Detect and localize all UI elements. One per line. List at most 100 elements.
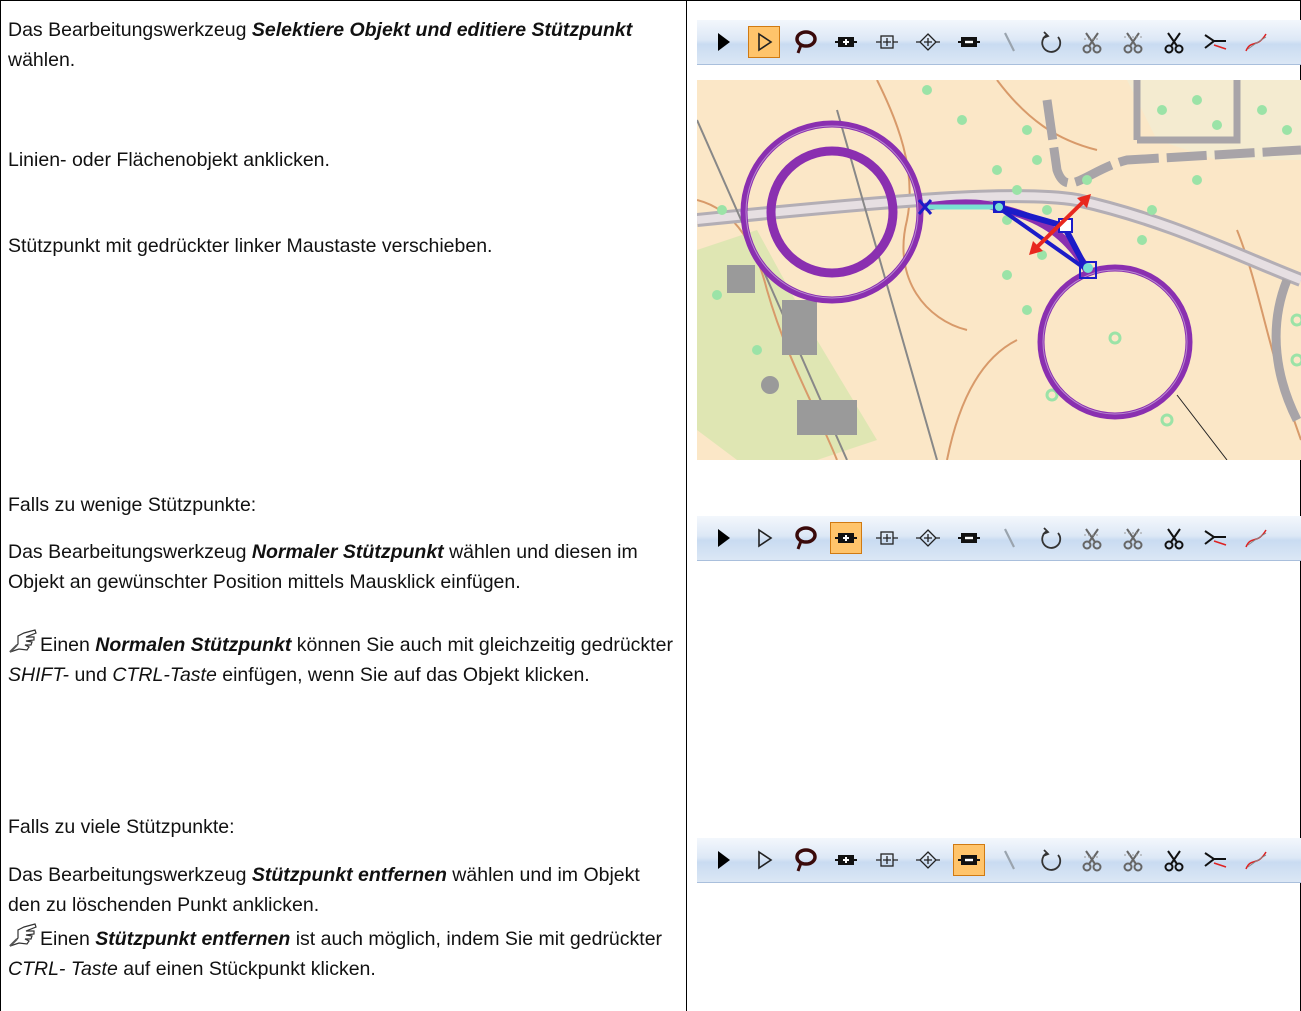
remove-vertex-tool-button[interactable]	[953, 844, 985, 876]
instr-prefix: Das Bearbeitungswerkzeug	[8, 541, 252, 563]
building	[727, 265, 755, 293]
row2-note: Einen Normalen Stützpunkt können Sie auc…	[8, 628, 676, 690]
select-edit-vertex-tool-button[interactable]	[748, 844, 780, 876]
add-normal-vertex-icon	[835, 855, 857, 865]
remove-vertex-icon	[958, 855, 980, 865]
scissors-tool-button[interactable]	[1158, 26, 1190, 58]
step2-text: Linien- oder Flächenobjekt anklicken.	[8, 149, 330, 171]
scissors-icon	[1164, 528, 1184, 550]
merge-lines-icon	[1204, 34, 1227, 50]
cut-object-tool-button[interactable]	[1076, 26, 1108, 58]
select-edit-vertex-tool-button[interactable]	[748, 522, 780, 554]
lasso-tool-button[interactable]	[789, 844, 821, 876]
cut-object-icon	[1082, 850, 1102, 872]
select-edit-vertex-icon	[758, 850, 773, 870]
scissors-icon	[1164, 850, 1184, 872]
note-tool-name: Stützpunkt entfernen	[95, 928, 291, 950]
draw-line-tool-button[interactable]	[994, 522, 1026, 554]
lasso-tool-button[interactable]	[789, 522, 821, 554]
scissors-tool-button[interactable]	[1158, 844, 1190, 876]
merge-lines-tool-button[interactable]	[1199, 522, 1231, 554]
merge-lines-icon	[1204, 530, 1227, 546]
lasso-icon	[795, 30, 817, 54]
remove-vertex-icon	[958, 37, 980, 47]
add-corner-vertex-tool-button[interactable]	[871, 522, 903, 554]
smooth-line-icon	[1245, 33, 1267, 52]
note-mid1: können Sie auch mit gleichzeitig gedrück…	[291, 634, 673, 656]
add-corner-vertex-icon	[876, 531, 898, 545]
cut-hole-tool-button[interactable]	[1117, 522, 1149, 554]
add-dash-vertex-tool-button[interactable]	[912, 522, 944, 554]
step1-suffix: wählen.	[8, 49, 76, 71]
cut-hole-tool-button[interactable]	[1117, 26, 1149, 58]
smooth-line-tool-button[interactable]	[1240, 844, 1272, 876]
add-corner-vertex-tool-button[interactable]	[871, 844, 903, 876]
row3-instruction: Das Bearbeitungswerkzeug Stützpunkt entf…	[8, 860, 676, 920]
step1-prefix: Das Bearbeitungswerkzeug	[8, 19, 252, 41]
draw-line-tool-button[interactable]	[994, 26, 1026, 58]
remove-vertex-tool-button[interactable]	[953, 522, 985, 554]
select-object-icon	[718, 529, 730, 547]
instr-prefix: Das Bearbeitungswerkzeug	[8, 864, 252, 886]
add-dash-vertex-icon	[916, 33, 940, 51]
note-prefix: Einen	[40, 634, 96, 656]
smooth-line-icon	[1245, 851, 1267, 870]
track	[1271, 278, 1301, 423]
row1-step3: Stützpunkt mit gedrückter linker Maustas…	[8, 231, 676, 261]
select-edit-vertex-tool-button[interactable]	[748, 26, 780, 58]
merge-lines-tool-button[interactable]	[1199, 844, 1231, 876]
tool-name-select-edit: Selektiere Objekt und editiere Stützpunk…	[251, 19, 633, 41]
select-object-tool-button[interactable]	[707, 522, 739, 554]
note-mid: ist auch möglich, indem Sie mit gedrückt…	[290, 928, 663, 950]
note-suffix: auf einen Stückpunkt klicken.	[117, 958, 376, 980]
rotate-tool-button[interactable]	[1035, 26, 1067, 58]
rotate-tool-button[interactable]	[1035, 844, 1067, 876]
lasso-icon	[795, 848, 817, 872]
add-normal-vertex-tool-button[interactable]	[830, 844, 862, 876]
table-border-left	[0, 0, 1, 1011]
scissors-icon	[1164, 32, 1184, 54]
building	[761, 376, 779, 394]
add-corner-vertex-icon	[876, 853, 898, 867]
add-normal-vertex-icon	[835, 533, 857, 543]
add-normal-vertex-tool-button[interactable]	[830, 522, 862, 554]
cut-object-tool-button[interactable]	[1076, 522, 1108, 554]
select-object-tool-button[interactable]	[707, 844, 739, 876]
remove-vertex-tool-button[interactable]	[953, 26, 985, 58]
smooth-line-icon	[1245, 529, 1267, 548]
pointing-hand-icon	[8, 922, 38, 948]
building	[797, 400, 857, 435]
select-edit-vertex-icon	[758, 528, 773, 548]
cut-object-tool-button[interactable]	[1076, 844, 1108, 876]
draw-line-icon	[1004, 528, 1015, 548]
merge-lines-icon	[1204, 852, 1227, 868]
rotate-icon	[1041, 849, 1062, 871]
merge-lines-tool-button[interactable]	[1199, 26, 1231, 58]
add-corner-vertex-icon	[876, 35, 898, 49]
add-corner-vertex-tool-button[interactable]	[871, 26, 903, 58]
draw-line-tool-button[interactable]	[994, 844, 1026, 876]
orienteering-map	[697, 80, 1301, 460]
note-suffix: einfügen, wenn Sie auf das Objekt klicke…	[216, 664, 590, 686]
add-normal-vertex-tool-button[interactable]	[830, 26, 862, 58]
cut-hole-tool-button[interactable]	[1117, 844, 1149, 876]
note-prefix: Einen	[40, 928, 96, 950]
add-dash-vertex-tool-button[interactable]	[912, 844, 944, 876]
key-ctrl: CTRL- Taste	[8, 958, 118, 980]
scissors-tool-button[interactable]	[1158, 522, 1190, 554]
table-border-top	[0, 0, 1301, 1]
select-object-tool-button[interactable]	[707, 26, 739, 58]
add-normal-vertex-icon	[835, 37, 857, 47]
smooth-line-tool-button[interactable]	[1240, 26, 1272, 58]
rotate-tool-button[interactable]	[1035, 522, 1067, 554]
smooth-line-tool-button[interactable]	[1240, 522, 1272, 554]
tool-name-remove-vertex: Stützpunkt entfernen	[251, 864, 447, 886]
edit-toolbar-3	[697, 838, 1301, 883]
select-object-icon	[718, 33, 730, 51]
too-many-vertices-heading: Falls zu viele Stützpunkte:	[8, 816, 235, 838]
lasso-tool-button[interactable]	[789, 26, 821, 58]
step3-text: Stützpunkt mit gedrückter linker Maustas…	[8, 235, 493, 257]
add-dash-vertex-tool-button[interactable]	[912, 26, 944, 58]
lasso-icon	[795, 526, 817, 550]
rotate-icon	[1041, 31, 1062, 53]
